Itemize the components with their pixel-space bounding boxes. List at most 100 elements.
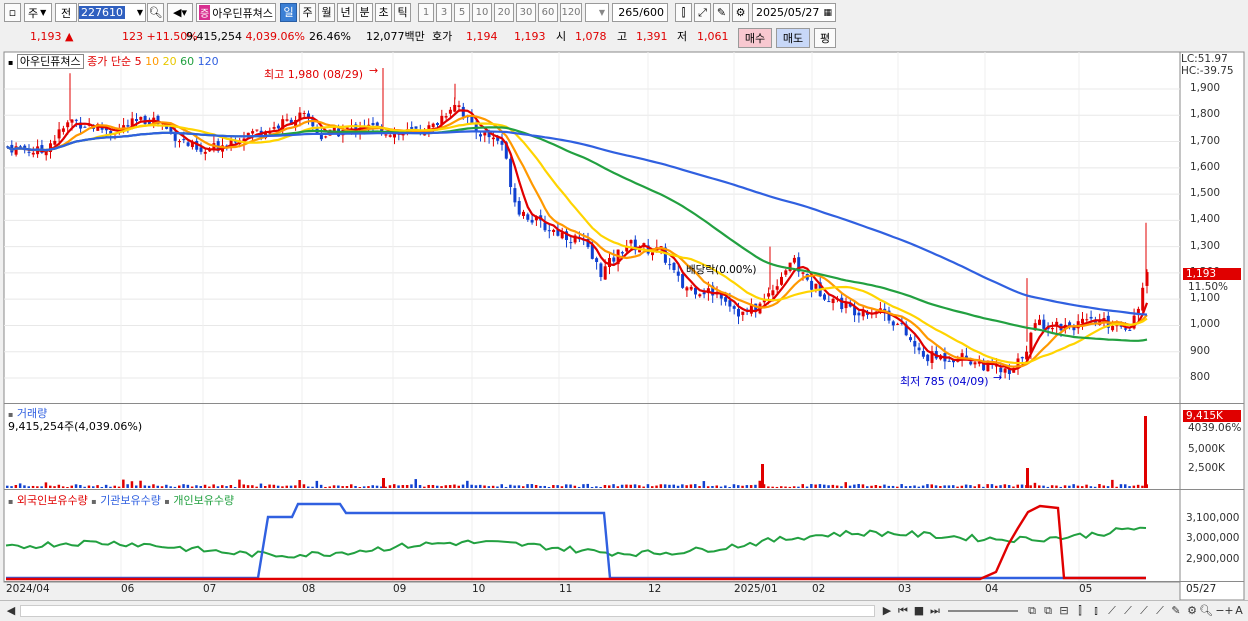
last-pct-tag: 11.50% bbox=[1188, 281, 1229, 293]
speed-slider[interactable] bbox=[948, 610, 1018, 612]
draw-line2-icon[interactable]: ⟋ bbox=[1121, 604, 1135, 618]
volume-bar bbox=[1007, 485, 1011, 488]
draw-line-icon[interactable]: ⟋ bbox=[1105, 604, 1119, 618]
volume-bar bbox=[698, 486, 701, 488]
volume-bar bbox=[732, 484, 736, 488]
panel-stock-name[interactable]: 아우딘퓨쳐스 bbox=[16, 54, 84, 69]
interval-select[interactable]: ▼ bbox=[585, 3, 609, 22]
volume-bar bbox=[53, 486, 56, 488]
period-year[interactable]: 년 bbox=[337, 3, 354, 22]
layout2-icon[interactable]: ⧉ bbox=[1041, 604, 1055, 618]
candle-body bbox=[896, 323, 900, 325]
volume-bar bbox=[190, 486, 194, 488]
rewind-icon[interactable]: ⏮ bbox=[896, 604, 910, 618]
x-tick-2025-01: 2025/01 bbox=[734, 583, 778, 595]
sell-button[interactable]: 매도 bbox=[776, 28, 810, 48]
volume-bar bbox=[1020, 484, 1024, 488]
chart-area[interactable] bbox=[0, 49, 1248, 601]
volume-bar bbox=[939, 486, 942, 488]
candle-body bbox=[1124, 328, 1127, 330]
draw-line3-icon[interactable]: ⟋ bbox=[1137, 604, 1151, 618]
gear-icon[interactable]: ⚙ bbox=[732, 3, 749, 22]
buy-button[interactable]: 매수 bbox=[738, 28, 772, 48]
candle-body bbox=[173, 133, 177, 141]
window-icon[interactable]: ▫ bbox=[4, 3, 21, 22]
volume-bar bbox=[165, 484, 168, 488]
chart-type-icon[interactable]: ⫿ bbox=[1073, 604, 1087, 618]
code-input[interactable]: 227610 ▼ bbox=[78, 3, 146, 22]
volume-bar bbox=[552, 485, 555, 488]
period-week[interactable]: 주 bbox=[299, 3, 316, 22]
tools-icon[interactable]: ✎ bbox=[713, 3, 730, 22]
interval-10[interactable]: 10 bbox=[472, 3, 492, 22]
scroll-left-icon[interactable]: ◀ bbox=[4, 604, 18, 618]
chevron-down-icon: ▼ bbox=[598, 8, 605, 17]
volume-bar bbox=[616, 486, 620, 488]
candle-body bbox=[70, 119, 74, 123]
scroll-right-icon[interactable]: ▶ bbox=[880, 604, 894, 618]
date-field[interactable]: 2025/05/27 ▦ bbox=[752, 3, 836, 22]
fast-forward-icon[interactable]: ⏭ bbox=[928, 604, 942, 618]
count-field[interactable]: 265 /600 bbox=[612, 3, 668, 22]
period-day[interactable]: 일 bbox=[280, 3, 297, 22]
candle-body bbox=[1003, 368, 1007, 373]
prev-button[interactable]: 전 bbox=[55, 3, 77, 22]
candle-body bbox=[513, 188, 517, 203]
interval-1[interactable]: 1 bbox=[418, 3, 434, 22]
interval-3[interactable]: 3 bbox=[436, 3, 452, 22]
stop-icon[interactable]: ■ bbox=[912, 604, 926, 618]
candle-body bbox=[814, 283, 818, 289]
count-total: /600 bbox=[639, 6, 664, 19]
volume-bar bbox=[139, 480, 142, 488]
period-tick[interactable]: 틱 bbox=[394, 3, 411, 22]
volume-bar bbox=[307, 486, 310, 488]
volume-tick-2500k: 2,500K bbox=[1188, 462, 1225, 474]
bottom-bar: ◀ ▶ ⏮ ■ ⏭ ⧉ ⧉ ⊟ ⫿ ⫾ ⟋ ⟋ ⟋ ⟋ ✎ ⚙ 🔍︎ − + A bbox=[0, 600, 1248, 621]
speaker-icon[interactable]: ◀▾ bbox=[167, 3, 193, 22]
horizontal-scrollbar[interactable] bbox=[20, 605, 875, 617]
interval-5[interactable]: 5 bbox=[454, 3, 470, 22]
period-minute[interactable]: 분 bbox=[356, 3, 373, 22]
market-select[interactable]: 주 ▼ bbox=[24, 3, 52, 22]
text-size-icon[interactable]: A bbox=[1232, 604, 1246, 618]
volume-bar bbox=[1106, 486, 1110, 488]
candle-body bbox=[771, 290, 775, 296]
candle-body bbox=[319, 134, 323, 140]
draw-line4-icon[interactable]: ⟋ bbox=[1153, 604, 1167, 618]
volume-bar bbox=[117, 486, 121, 488]
candle-body bbox=[1111, 325, 1115, 331]
candle-body bbox=[909, 337, 912, 341]
annotation-low: 최저 785 (04/09) bbox=[900, 375, 989, 388]
interval-60[interactable]: 60 bbox=[538, 3, 558, 22]
zoom-icon[interactable]: ⤢ bbox=[694, 3, 711, 22]
period-second[interactable]: 초 bbox=[375, 3, 392, 22]
settings-icon[interactable]: ⚙ bbox=[1185, 604, 1199, 618]
volume-bar bbox=[345, 486, 349, 488]
stock-name-field[interactable]: 증 아우딘퓨쳐스 bbox=[196, 3, 276, 22]
volume-bar bbox=[113, 485, 116, 488]
candle-body bbox=[251, 131, 255, 134]
volume-bar bbox=[414, 479, 417, 488]
interval-120[interactable]: 120 bbox=[560, 3, 582, 22]
layout-icon[interactable]: ⧉ bbox=[1025, 604, 1039, 618]
chart-type2-icon[interactable]: ⫾ bbox=[1089, 604, 1103, 618]
edit-icon[interactable]: ✎ bbox=[1169, 604, 1183, 618]
volume-bar bbox=[289, 485, 293, 488]
period-month[interactable]: 월 bbox=[318, 3, 335, 22]
layout3-icon[interactable]: ⊟ bbox=[1057, 604, 1071, 618]
interval-30[interactable]: 30 bbox=[516, 3, 536, 22]
x-tick-2024-04: 2024/04 bbox=[6, 583, 50, 595]
candle-body bbox=[517, 200, 521, 215]
candle-body bbox=[410, 127, 414, 129]
x-tick-08: 08 bbox=[302, 583, 316, 595]
candle-icon[interactable]: ⫿ bbox=[675, 3, 692, 22]
candle-body bbox=[612, 257, 616, 262]
interval-20[interactable]: 20 bbox=[494, 3, 514, 22]
search-icon[interactable]: 🔍︎ bbox=[1199, 604, 1213, 618]
candle-body bbox=[921, 350, 925, 357]
eval-button[interactable]: 평 bbox=[814, 28, 836, 48]
volume-bar bbox=[479, 484, 482, 488]
volume-bar bbox=[1059, 486, 1062, 488]
volume-bar bbox=[934, 485, 938, 488]
search-icon[interactable]: 🔍︎ bbox=[147, 3, 164, 22]
